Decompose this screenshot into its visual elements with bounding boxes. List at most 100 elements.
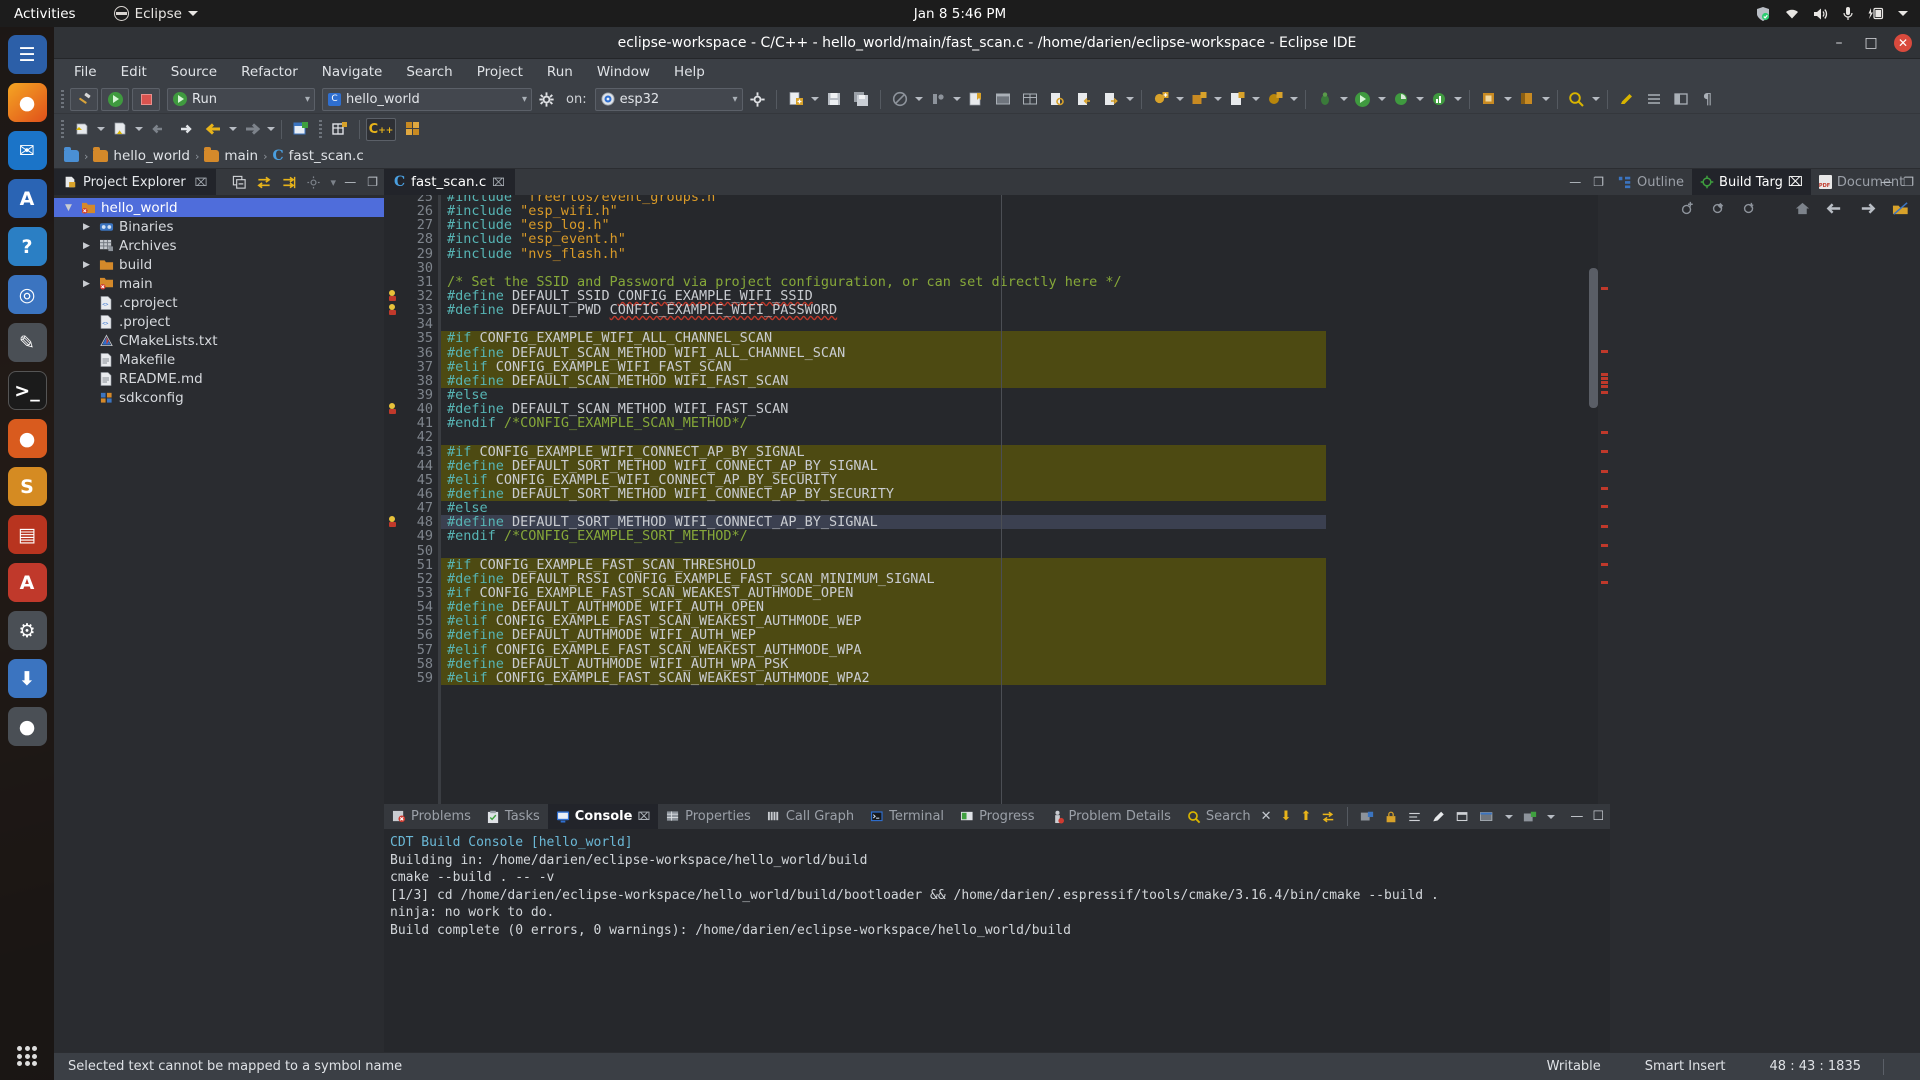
- new-class-chevron-icon[interactable]: [1175, 97, 1184, 101]
- wrap-icon[interactable]: [1407, 810, 1422, 824]
- new-struct-button[interactable]: [1187, 88, 1211, 111]
- build-targets-perspective-button[interactable]: [398, 118, 428, 141]
- chevron-down-icon[interactable]: ▾: [301, 94, 310, 105]
- tree-item-binaries[interactable]: ▶ Binaries: [54, 217, 384, 236]
- overview-error-marker[interactable]: [1601, 287, 1608, 290]
- display-console-icon[interactable]: [1479, 810, 1496, 824]
- run-config-button[interactable]: [1351, 88, 1375, 111]
- dock-item-sublime[interactable]: S: [7, 467, 47, 506]
- debug-marker-button[interactable]: [926, 88, 950, 111]
- menu-navigate[interactable]: Navigate: [310, 61, 395, 83]
- home-icon[interactable]: [1794, 200, 1811, 217]
- overview-error-marker[interactable]: [1601, 544, 1608, 547]
- annotation-ruler[interactable]: [384, 195, 406, 804]
- open-resource-chevron-icon[interactable]: [135, 127, 143, 131]
- back-nav-button[interactable]: [201, 118, 227, 141]
- overview-error-marker[interactable]: [1601, 377, 1608, 380]
- new-console-icon[interactable]: [1359, 810, 1375, 824]
- tab-fast-scan-c[interactable]: C fast_scan.c ⌧: [384, 169, 515, 195]
- dock-item-pdf-viewer[interactable]: ▤: [7, 515, 47, 554]
- menu-help[interactable]: Help: [662, 61, 717, 83]
- overview-error-marker[interactable]: [1601, 487, 1608, 490]
- bookmark-button[interactable]: [964, 88, 988, 111]
- code-line[interactable]: #include "esp_event.h": [441, 232, 1610, 246]
- open-console-chevron-icon[interactable]: [1547, 814, 1556, 819]
- lock-scroll-icon[interactable]: [1384, 810, 1398, 824]
- code-line[interactable]: #endif /*CONFIG_EXAMPLE_SORT_METHOD*/: [441, 529, 1610, 543]
- toolbar2-grip[interactable]: [61, 119, 64, 139]
- code-editor[interactable]: 25 26 27 28 29 30 31 32 33 34 35 36 37 38 39 40 41 42 43 44…: [384, 195, 1610, 804]
- dock-item-terminal[interactable]: >_: [7, 371, 47, 410]
- code-line[interactable]: #elif CONFIG_EXAMPLE_FAST_SCAN_WEAKEST_A…: [441, 642, 1326, 657]
- new-header-chevron-icon[interactable]: [1251, 97, 1260, 101]
- menu-list-button[interactable]: [1642, 88, 1666, 111]
- code-line[interactable]: #include "esp_log.h": [441, 218, 1610, 232]
- new-header-button[interactable]: [1225, 88, 1249, 111]
- menu-source[interactable]: Source: [159, 61, 229, 83]
- tab-project-explorer[interactable]: Project Explorer ⌧: [54, 169, 217, 195]
- app-menu-button[interactable]: Eclipse: [113, 6, 198, 22]
- quick-fix-bulb-marker[interactable]: [384, 289, 406, 303]
- code-line[interactable]: #elif CONFIG_EXAMPLE_WIFI_FAST_SCAN: [441, 360, 1326, 374]
- launch-target-combo[interactable]: esp32 ▾: [594, 87, 743, 111]
- tab-outline[interactable]: Outline: [1610, 169, 1692, 195]
- code-line[interactable]: #elif CONFIG_EXAMPLE_FAST_SCAN_WEAKEST_A…: [441, 614, 1326, 629]
- profile-chevron-icon[interactable]: [1453, 97, 1462, 101]
- code-line[interactable]: #define DEFAULT_SORT_METHOD WIFI_CONNECT…: [441, 487, 1326, 502]
- dock-item-text-editor[interactable]: ✎: [7, 323, 47, 362]
- code-line[interactable]: #if CONFIG_EXAMPLE_FAST_SCAN_THRESHOLD: [441, 558, 1326, 572]
- delete-build-target-icon[interactable]: [1741, 200, 1758, 217]
- new-file-chevron-icon[interactable]: [810, 97, 819, 101]
- forward-nav-button[interactable]: [239, 118, 265, 141]
- new-window-button[interactable]: [288, 118, 314, 141]
- close-console-icon[interactable]: ✕: [1261, 809, 1272, 824]
- launch-mode-combo[interactable]: Run ▾: [167, 87, 315, 111]
- toggle-layout-button[interactable]: [1669, 88, 1693, 111]
- open-resource-button[interactable]: [107, 118, 133, 141]
- tree-item-readme-md[interactable]: README.md: [54, 369, 384, 388]
- minimize-button[interactable]: –: [1830, 34, 1848, 52]
- ref-chevron-icon[interactable]: [1125, 97, 1134, 101]
- overview-error-marker[interactable]: [1601, 450, 1608, 453]
- prev-edit-button[interactable]: [145, 118, 171, 141]
- dock-item-acrobat[interactable]: A: [7, 563, 47, 602]
- menu-search[interactable]: Search: [394, 61, 464, 83]
- project-tree[interactable]: ▼ hello_world ▶ Binaries ▶ Archives ▶ build ▶ mai…: [54, 195, 384, 1052]
- close-folder-icon[interactable]: [1891, 200, 1910, 217]
- view-menu-icon[interactable]: ▾: [330, 176, 336, 189]
- close-icon[interactable]: ⌧: [637, 810, 650, 823]
- code-line[interactable]: #define DEFAULT_AUTHMODE WIFI_AUTH_WPA_P…: [441, 657, 1326, 671]
- open-type-button[interactable]: [69, 118, 95, 141]
- console-toolbar-button[interactable]: [991, 88, 1015, 111]
- clear-console-icon[interactable]: [1431, 810, 1446, 824]
- menu-edit[interactable]: Edit: [109, 61, 159, 83]
- code-line[interactable]: #elif CONFIG_EXAMPLE_FAST_SCAN_WEAKEST_A…: [441, 671, 1326, 685]
- scrollbar-thumb[interactable]: [1589, 268, 1598, 409]
- code-line[interactable]: [441, 544, 1610, 558]
- save-all-button[interactable]: [849, 88, 873, 111]
- fwd-ref-button[interactable]: [1099, 88, 1123, 111]
- overview-error-marker[interactable]: [1601, 373, 1608, 376]
- overview-error-marker[interactable]: [1601, 381, 1608, 384]
- search-chevron-icon[interactable]: [1591, 97, 1600, 101]
- target-settings-button[interactable]: [746, 88, 769, 111]
- close-icon[interactable]: ⌧: [195, 176, 208, 189]
- code-line[interactable]: #define DEFAULT_SCAN_METHOD WIFI_ALL_CHA…: [441, 345, 1326, 360]
- maximize-icon[interactable]: ☐: [1592, 809, 1604, 824]
- new-union-button[interactable]: [1263, 88, 1287, 111]
- tree-item-sdkconfig[interactable]: sdkconfig: [54, 388, 384, 407]
- code-line[interactable]: #define DEFAULT_SCAN_METHOD WIFI_FAST_SC…: [441, 374, 1326, 388]
- pencil-button[interactable]: [1615, 88, 1639, 111]
- dock-item-installer[interactable]: ⬇: [7, 659, 47, 698]
- launch-project-combo[interactable]: C hello_world ▾: [322, 87, 532, 111]
- perspective-button[interactable]: [1515, 88, 1539, 111]
- menu-refactor[interactable]: Refactor: [229, 61, 310, 83]
- system-tray[interactable]: [1755, 6, 1908, 22]
- link-with-editor-icon[interactable]: [256, 175, 272, 190]
- overview-error-marker[interactable]: [1601, 525, 1608, 528]
- code-line[interactable]: [441, 317, 1610, 331]
- save-button[interactable]: [822, 88, 846, 111]
- root-folder-icon[interactable]: [64, 147, 79, 162]
- code-line[interactable]: #define DEFAULT_SSID CONFIG_EXAMPLE_WIFI…: [441, 289, 1610, 303]
- code-line[interactable]: #elif CONFIG_EXAMPLE_WIFI_CONNECT_AP_BY_…: [441, 473, 1326, 487]
